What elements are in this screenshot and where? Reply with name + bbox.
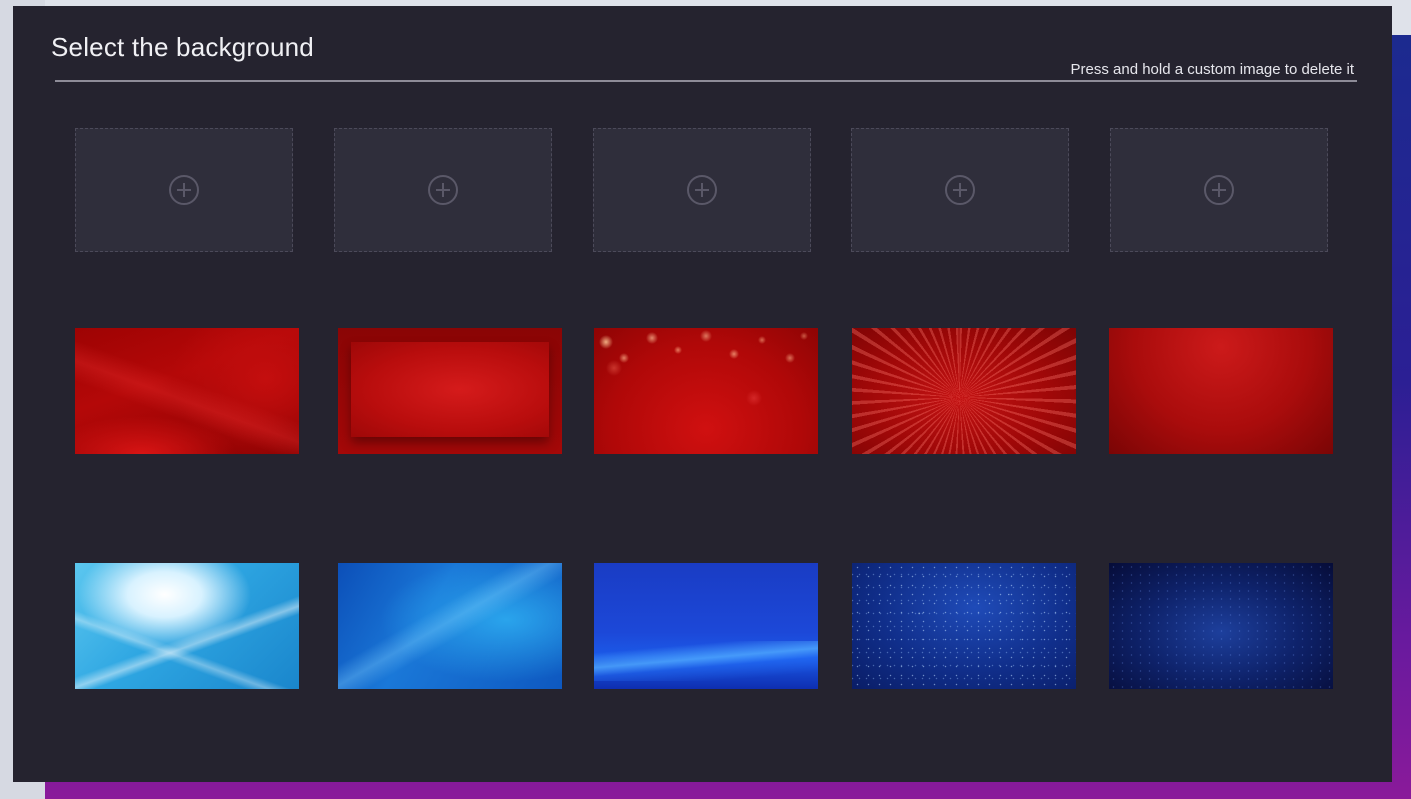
plus-circle-icon <box>169 175 199 205</box>
title-divider <box>55 80 1357 82</box>
custom-image-slot-1[interactable] <box>75 128 293 252</box>
background-thumbnail-light-blue-wave[interactable] <box>75 563 299 689</box>
custom-image-slot-4[interactable] <box>851 128 1069 252</box>
plus-circle-icon <box>428 175 458 205</box>
background-selector-dialog: Select the background Press and hold a c… <box>13 6 1392 782</box>
plus-circle-icon <box>945 175 975 205</box>
background-thumbnail-red-bokeh[interactable] <box>594 328 818 454</box>
background-thumbnail-blue-sparkle[interactable] <box>852 563 1076 689</box>
plus-circle-icon <box>687 175 717 205</box>
custom-image-slot-3[interactable] <box>593 128 811 252</box>
custom-image-slot-2[interactable] <box>334 128 552 252</box>
delete-hint: Press and hold a custom image to delete … <box>1070 61 1355 78</box>
background-thumbnail-red-burst[interactable] <box>852 328 1076 454</box>
background-thumbnail-red-texture[interactable] <box>1109 328 1333 454</box>
custom-image-slot-5[interactable] <box>1110 128 1328 252</box>
dialog-title: Select the background <box>51 32 314 62</box>
background-thumbnail-blue-wave[interactable] <box>338 563 562 689</box>
plus-circle-icon <box>1204 175 1234 205</box>
background-thumbnail-red-wave[interactable] <box>75 328 299 454</box>
background-thumbnail-red-framed[interactable] <box>338 328 562 454</box>
background-thumbnail-navy-stardust[interactable] <box>1109 563 1333 689</box>
background-thumbnail-deep-blue-streak[interactable] <box>594 563 818 689</box>
